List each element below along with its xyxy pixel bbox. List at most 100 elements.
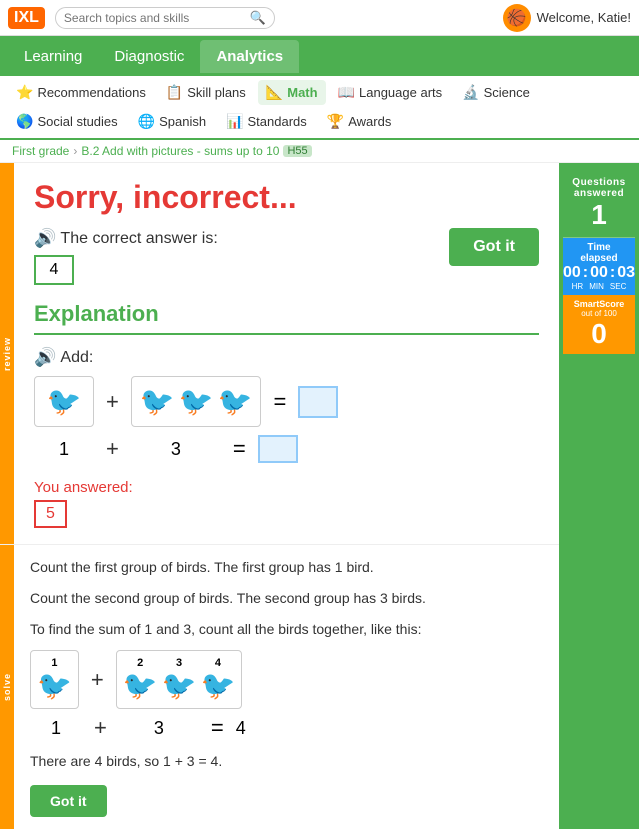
explanation-area: solve Count the first group of birds. Th… bbox=[0, 544, 559, 829]
bird-equation: 🐦 + 🐦 🐦 🐦 = bbox=[34, 376, 539, 427]
questions-answered-box: Questionsanswered 1 bbox=[563, 171, 635, 238]
time-sep1: : bbox=[583, 264, 588, 282]
breadcrumb-skill[interactable]: B.2 Add with pictures - sums up to 10 bbox=[81, 144, 279, 158]
questions-answered-value: 1 bbox=[565, 199, 633, 231]
first-bird-group: 🐦 bbox=[34, 376, 94, 427]
user-area: 🏀 Welcome, Katie! bbox=[503, 4, 631, 32]
subject-language-arts[interactable]: 📖 Language arts bbox=[330, 80, 451, 105]
welcome-text: Welcome, Katie! bbox=[537, 10, 631, 25]
subject-math[interactable]: 📐 Math bbox=[258, 80, 326, 105]
tab-analytics[interactable]: Analytics bbox=[200, 40, 299, 73]
top-bar: IXL 🔍 🏀 Welcome, Katie! bbox=[0, 0, 639, 36]
final-num-1: 1 bbox=[30, 718, 82, 739]
time-elapsed-label: Timeelapsed bbox=[565, 242, 633, 264]
content-wrapper: review Sorry, incorrect... Got it 🔊 The … bbox=[0, 163, 559, 829]
explanation-steps: Count the first group of birds. The firs… bbox=[14, 545, 559, 829]
main-content: review Sorry, incorrect... Got it 🔊 The … bbox=[0, 163, 639, 829]
science-icon: 🔬 bbox=[462, 84, 479, 101]
science-label: Science bbox=[484, 85, 530, 100]
bottom-got-it-button[interactable]: Got it bbox=[30, 785, 107, 817]
search-icon: 🔍 bbox=[250, 10, 266, 26]
avatar: 🏀 bbox=[503, 4, 531, 32]
spanish-icon: 🌐 bbox=[138, 113, 155, 130]
subject-spanish[interactable]: 🌐 Spanish bbox=[130, 109, 214, 134]
review-tab[interactable]: review bbox=[0, 163, 14, 544]
math-icon: 📐 bbox=[266, 84, 283, 101]
time-sec: 03 bbox=[617, 264, 635, 282]
final-text: There are 4 birds, so 1 + 3 = 4. bbox=[30, 753, 543, 769]
time-unit-labels: HR MIN SEC bbox=[565, 282, 633, 291]
bird-num-2: 2 bbox=[137, 657, 143, 669]
bird-img-1: 🐦 bbox=[37, 669, 72, 702]
smart-score-box: SmartScore out of 100 0 bbox=[563, 295, 635, 354]
spanish-label: Spanish bbox=[159, 114, 206, 129]
subject-skill-plans[interactable]: 📋 Skill plans bbox=[158, 80, 254, 105]
language-arts-label: Language arts bbox=[359, 85, 442, 100]
step-3: To find the sum of 1 and 3, count all th… bbox=[30, 619, 543, 640]
correct-answer-label: The correct answer is: bbox=[60, 230, 217, 248]
social-studies-label: Social studies bbox=[37, 114, 117, 129]
time-sep2: : bbox=[610, 264, 615, 282]
answer-input[interactable] bbox=[258, 435, 298, 463]
bird-num-1: 1 bbox=[51, 657, 57, 669]
subject-recommendations[interactable]: ⭐ Recommendations bbox=[8, 80, 154, 105]
time-hr: 00 bbox=[563, 264, 581, 282]
add-section: 🔊 Add: 🐦 + 🐦 🐦 🐦 bbox=[34, 347, 539, 463]
ixl-logo[interactable]: IXL bbox=[8, 7, 45, 29]
content-panel: Sorry, incorrect... Got it 🔊 The correct… bbox=[14, 163, 559, 544]
breadcrumb-level[interactable]: First grade bbox=[12, 144, 69, 158]
incorrect-header: Sorry, incorrect... bbox=[34, 179, 539, 216]
bird-3: 🐦 bbox=[179, 385, 214, 418]
subject-social-studies[interactable]: 🌎 Social studies bbox=[8, 109, 126, 134]
min-label: MIN bbox=[589, 282, 604, 291]
bird-img-2: 🐦 bbox=[123, 669, 158, 702]
bird-1: 🐦 bbox=[47, 385, 82, 418]
bird-img-3: 🐦 bbox=[162, 669, 197, 702]
correct-answer-value: 4 bbox=[34, 255, 74, 285]
time-min: 00 bbox=[590, 264, 608, 282]
standards-icon: 📊 bbox=[226, 113, 243, 130]
bird-num-3: 3 bbox=[176, 657, 182, 669]
num-1: 1 bbox=[34, 439, 94, 460]
subject-awards[interactable]: 🏆 Awards bbox=[319, 109, 400, 134]
recommendations-icon: ⭐ bbox=[16, 84, 33, 101]
solve-tab[interactable]: solve bbox=[0, 545, 14, 829]
subject-tabs: ⭐ Recommendations 📋 Skill plans 📐 Math 📖… bbox=[0, 76, 639, 140]
final-numbers-row: 1 + 3 = 4 bbox=[30, 715, 543, 741]
second-bird-group: 🐦 🐦 🐦 bbox=[131, 376, 262, 427]
subject-standards[interactable]: 📊 Standards bbox=[218, 109, 315, 134]
subject-science[interactable]: 🔬 Science bbox=[454, 80, 538, 105]
time-display: 00 : 00 : 03 bbox=[565, 264, 633, 282]
sec-label: SEC bbox=[610, 282, 626, 291]
right-panel: Questionsanswered 1 Timeelapsed 00 : 00 … bbox=[559, 163, 639, 829]
tab-diagnostic[interactable]: Diagnostic bbox=[98, 40, 200, 73]
explanation-title: Explanation bbox=[34, 301, 539, 335]
correct-text: 🔊 The correct answer is: bbox=[34, 228, 449, 249]
skill-plans-icon: 📋 bbox=[166, 84, 183, 101]
equals-op: = bbox=[273, 389, 286, 415]
awards-icon: 🏆 bbox=[327, 113, 344, 130]
final-answer: 4 bbox=[236, 718, 246, 739]
final-equals: = bbox=[211, 715, 224, 741]
social-studies-icon: 🌎 bbox=[16, 113, 33, 130]
step-2: Count the second group of birds. The sec… bbox=[30, 588, 543, 609]
question-area: review Sorry, incorrect... Got it 🔊 The … bbox=[0, 163, 559, 544]
search-bar: 🔍 bbox=[55, 7, 275, 29]
equals-label: = bbox=[233, 436, 246, 462]
smart-score-label: SmartScore bbox=[565, 299, 633, 309]
speaker-icon: 🔊 bbox=[34, 228, 56, 249]
numbered-bird-equation: 1 🐦 + 2 🐦 3 🐦 4 bbox=[30, 650, 543, 709]
bird-2: 🐦 bbox=[140, 385, 175, 418]
got-it-button[interactable]: Got it bbox=[449, 228, 539, 266]
search-input[interactable] bbox=[64, 11, 246, 25]
add-label: 🔊 Add: bbox=[34, 347, 539, 368]
smart-score-value: 0 bbox=[565, 318, 633, 350]
smart-score-sublabel: out of 100 bbox=[565, 309, 633, 318]
answer-blank bbox=[298, 386, 338, 418]
questions-answered-label: Questionsanswered bbox=[565, 177, 633, 199]
standards-label: Standards bbox=[248, 114, 307, 129]
bird-num-4: 4 bbox=[215, 657, 221, 669]
bird-img-4: 🐦 bbox=[200, 669, 235, 702]
add-text: Add: bbox=[60, 349, 93, 367]
tab-learning[interactable]: Learning bbox=[8, 40, 98, 73]
